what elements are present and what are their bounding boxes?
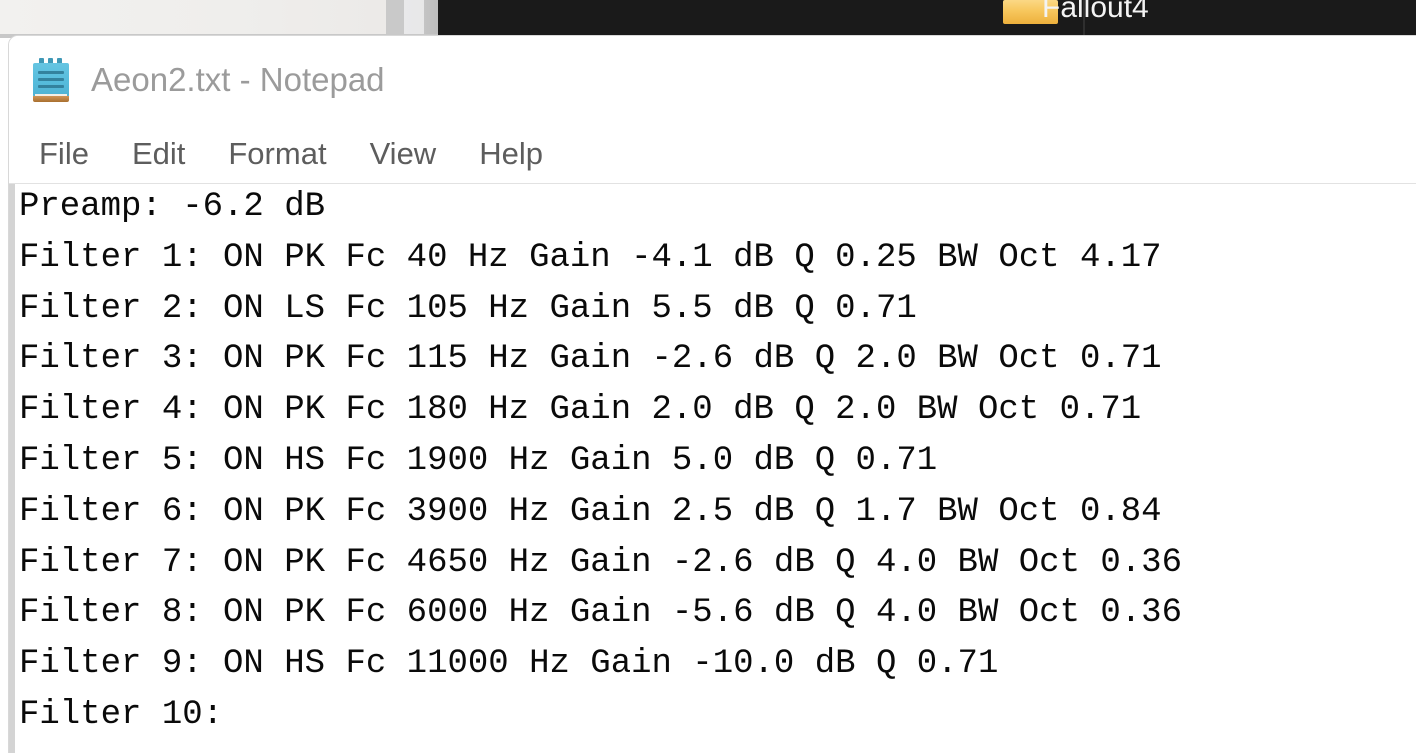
text-line: Filter 2: ON LS Fc 105 Hz Gain 5.5 dB Q … — [19, 289, 917, 328]
menu-bar: File Edit Format View Help — [9, 124, 1416, 184]
notepad-icon — [33, 58, 69, 102]
file-explorer-dark-strip: Fallout4 — [438, 0, 1416, 35]
text-line: Filter 5: ON HS Fc 1900 Hz Gain 5.0 dB Q… — [19, 441, 938, 480]
text-line: Preamp: -6.2 dB — [19, 188, 326, 226]
title-bar[interactable]: Aeon2.txt - Notepad — [9, 36, 1416, 124]
text-line: Filter 10: — [19, 695, 224, 734]
text-line: Filter 8: ON PK Fc 6000 Hz Gain -5.6 dB … — [19, 594, 1182, 633]
menu-item-edit[interactable]: Edit — [132, 136, 185, 172]
background-panel-left — [0, 0, 386, 36]
screen: Fallout4 ) ) Aeon2.txt - Notepad File — [0, 0, 1416, 753]
window-title: Aeon2.txt - Notepad — [91, 61, 385, 98]
menu-item-help[interactable]: Help — [479, 136, 543, 172]
text-line: Filter 4: ON PK Fc 180 Hz Gain 2.0 dB Q … — [19, 391, 1142, 430]
background-panel-divider-2 — [424, 0, 438, 36]
text-line: Filter 9: ON HS Fc 11000 Hz Gain -10.0 d… — [19, 645, 999, 684]
document-text[interactable]: Preamp: -6.2 dB Filter 1: ON PK Fc 40 Hz … — [19, 184, 1416, 741]
folder-label-fallout4[interactable]: Fallout4 — [1042, 0, 1149, 25]
notepad-window: Aeon2.txt - Notepad File Edit Format Vie… — [8, 35, 1416, 753]
text-editor-area[interactable]: Preamp: -6.2 dB Filter 1: ON PK Fc 40 Hz … — [9, 184, 1416, 753]
window-left-gap — [0, 38, 5, 753]
text-line: Filter 1: ON PK Fc 40 Hz Gain -4.1 dB Q … — [19, 238, 1162, 277]
menu-item-format[interactable]: Format — [228, 136, 326, 172]
dark-strip-separator — [1083, 0, 1085, 35]
text-line: Filter 3: ON PK Fc 115 Hz Gain -2.6 dB Q… — [19, 340, 1162, 379]
text-line: Filter 7: ON PK Fc 4650 Hz Gain -2.6 dB … — [19, 543, 1182, 582]
text-line: Filter 6: ON PK Fc 3900 Hz Gain 2.5 dB Q… — [19, 492, 1162, 531]
left-edge-rail — [9, 184, 15, 753]
menu-item-view[interactable]: View — [370, 136, 437, 172]
background-panel-divider-1 — [386, 0, 404, 36]
menu-item-file[interactable]: File — [39, 136, 89, 172]
